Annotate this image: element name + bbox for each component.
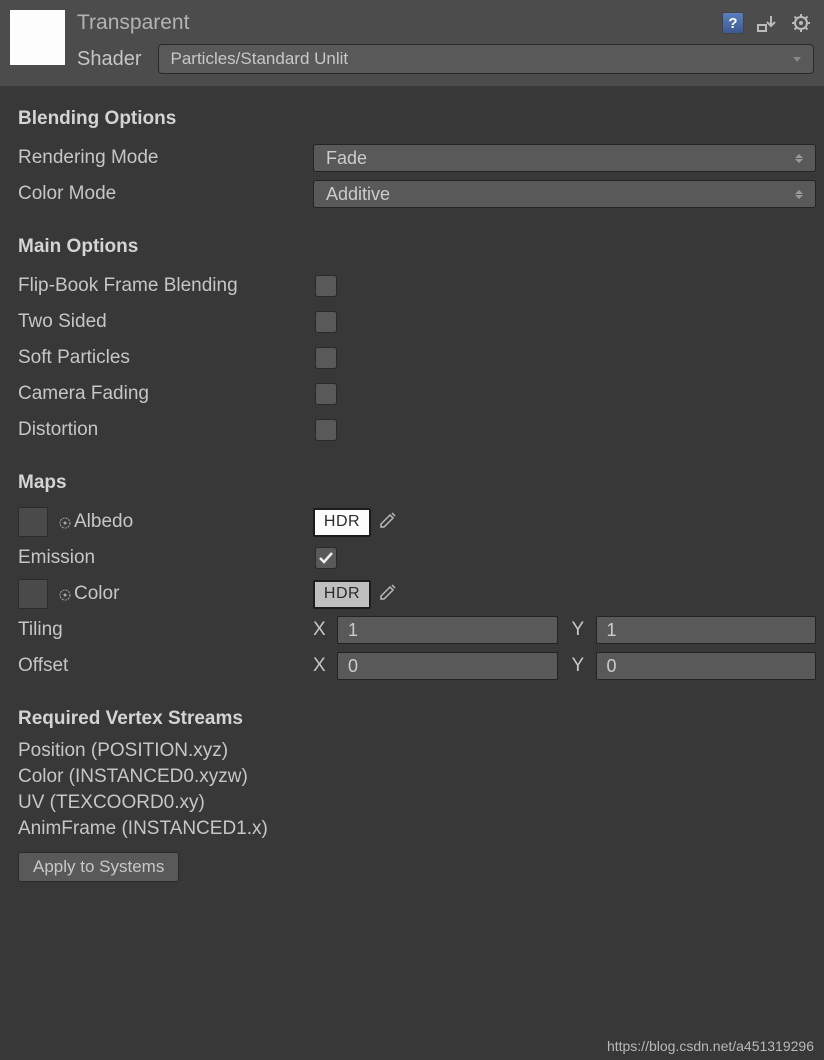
distortion-label: Distortion <box>18 419 313 441</box>
stream-item: AnimFrame (INSTANCED1.x) <box>18 818 816 840</box>
shader-label: Shader <box>77 48 142 71</box>
two-sided-label: Two Sided <box>18 311 313 333</box>
soft-particles-label: Soft Particles <box>18 347 313 369</box>
eyedropper-icon[interactable] <box>377 509 399 536</box>
offset-x-label: X <box>313 655 331 677</box>
albedo-label: Albedo <box>74 511 133 532</box>
flipbook-label: Flip-Book Frame Blending <box>18 275 313 297</box>
preset-icon[interactable] <box>754 10 780 36</box>
inspector-header: Transparent ? Shader Particles/Standard … <box>0 0 824 86</box>
gear-icon[interactable] <box>788 10 814 36</box>
emission-color-texture-slot[interactable] <box>18 579 48 609</box>
tiling-label: Tiling <box>18 619 313 641</box>
albedo-texture-slot[interactable] <box>18 507 48 537</box>
apply-to-systems-button[interactable]: Apply to Systems <box>18 852 179 882</box>
distortion-checkbox[interactable] <box>315 419 337 441</box>
color-mode-value: Additive <box>326 184 390 205</box>
help-icon[interactable]: ? <box>720 10 746 36</box>
two-sided-checkbox[interactable] <box>315 311 337 333</box>
tiling-y-label: Y <box>572 619 590 641</box>
offset-y-input[interactable]: 0 <box>596 652 817 680</box>
camera-fading-label: Camera Fading <box>18 383 313 405</box>
shader-dropdown[interactable]: Particles/Standard Unlit <box>158 44 815 74</box>
emission-color-target-icon[interactable] <box>58 588 72 602</box>
blending-options-header: Blending Options <box>18 108 816 130</box>
material-name: Transparent <box>77 11 189 35</box>
rendering-mode-label: Rendering Mode <box>18 147 313 169</box>
tiling-y-input[interactable]: 1 <box>596 616 817 644</box>
albedo-target-icon[interactable] <box>58 516 72 530</box>
camera-fading-checkbox[interactable] <box>315 383 337 405</box>
offset-x-input[interactable]: 0 <box>337 652 558 680</box>
color-mode-label: Color Mode <box>18 183 313 205</box>
offset-label: Offset <box>18 655 313 677</box>
flipbook-checkbox[interactable] <box>315 275 337 297</box>
emission-color-label: Color <box>74 583 119 604</box>
main-options-header: Main Options <box>18 236 816 258</box>
rendering-mode-dropdown[interactable]: Fade <box>313 144 816 172</box>
soft-particles-checkbox[interactable] <box>315 347 337 369</box>
offset-y-label: Y <box>572 655 590 677</box>
stream-item: UV (TEXCOORD0.xy) <box>18 792 816 814</box>
emission-color-field[interactable]: HDR <box>313 580 371 609</box>
eyedropper-icon[interactable] <box>377 581 399 608</box>
tiling-x-input[interactable]: 1 <box>337 616 558 644</box>
material-preview[interactable] <box>10 10 65 65</box>
watermark: https://blog.csdn.net/a451319296 <box>607 1038 814 1054</box>
rendering-mode-value: Fade <box>326 148 367 169</box>
stream-item: Color (INSTANCED0.xyzw) <box>18 766 816 788</box>
emission-label: Emission <box>18 547 313 569</box>
emission-checkbox[interactable] <box>315 547 337 569</box>
color-mode-dropdown[interactable]: Additive <box>313 180 816 208</box>
vertex-streams-header: Required Vertex Streams <box>18 708 816 730</box>
stream-item: Position (POSITION.xyz) <box>18 740 816 762</box>
maps-header: Maps <box>18 472 816 494</box>
shader-value: Particles/Standard Unlit <box>171 49 349 69</box>
tiling-x-label: X <box>313 619 331 641</box>
albedo-color-field[interactable]: HDR <box>313 508 371 537</box>
